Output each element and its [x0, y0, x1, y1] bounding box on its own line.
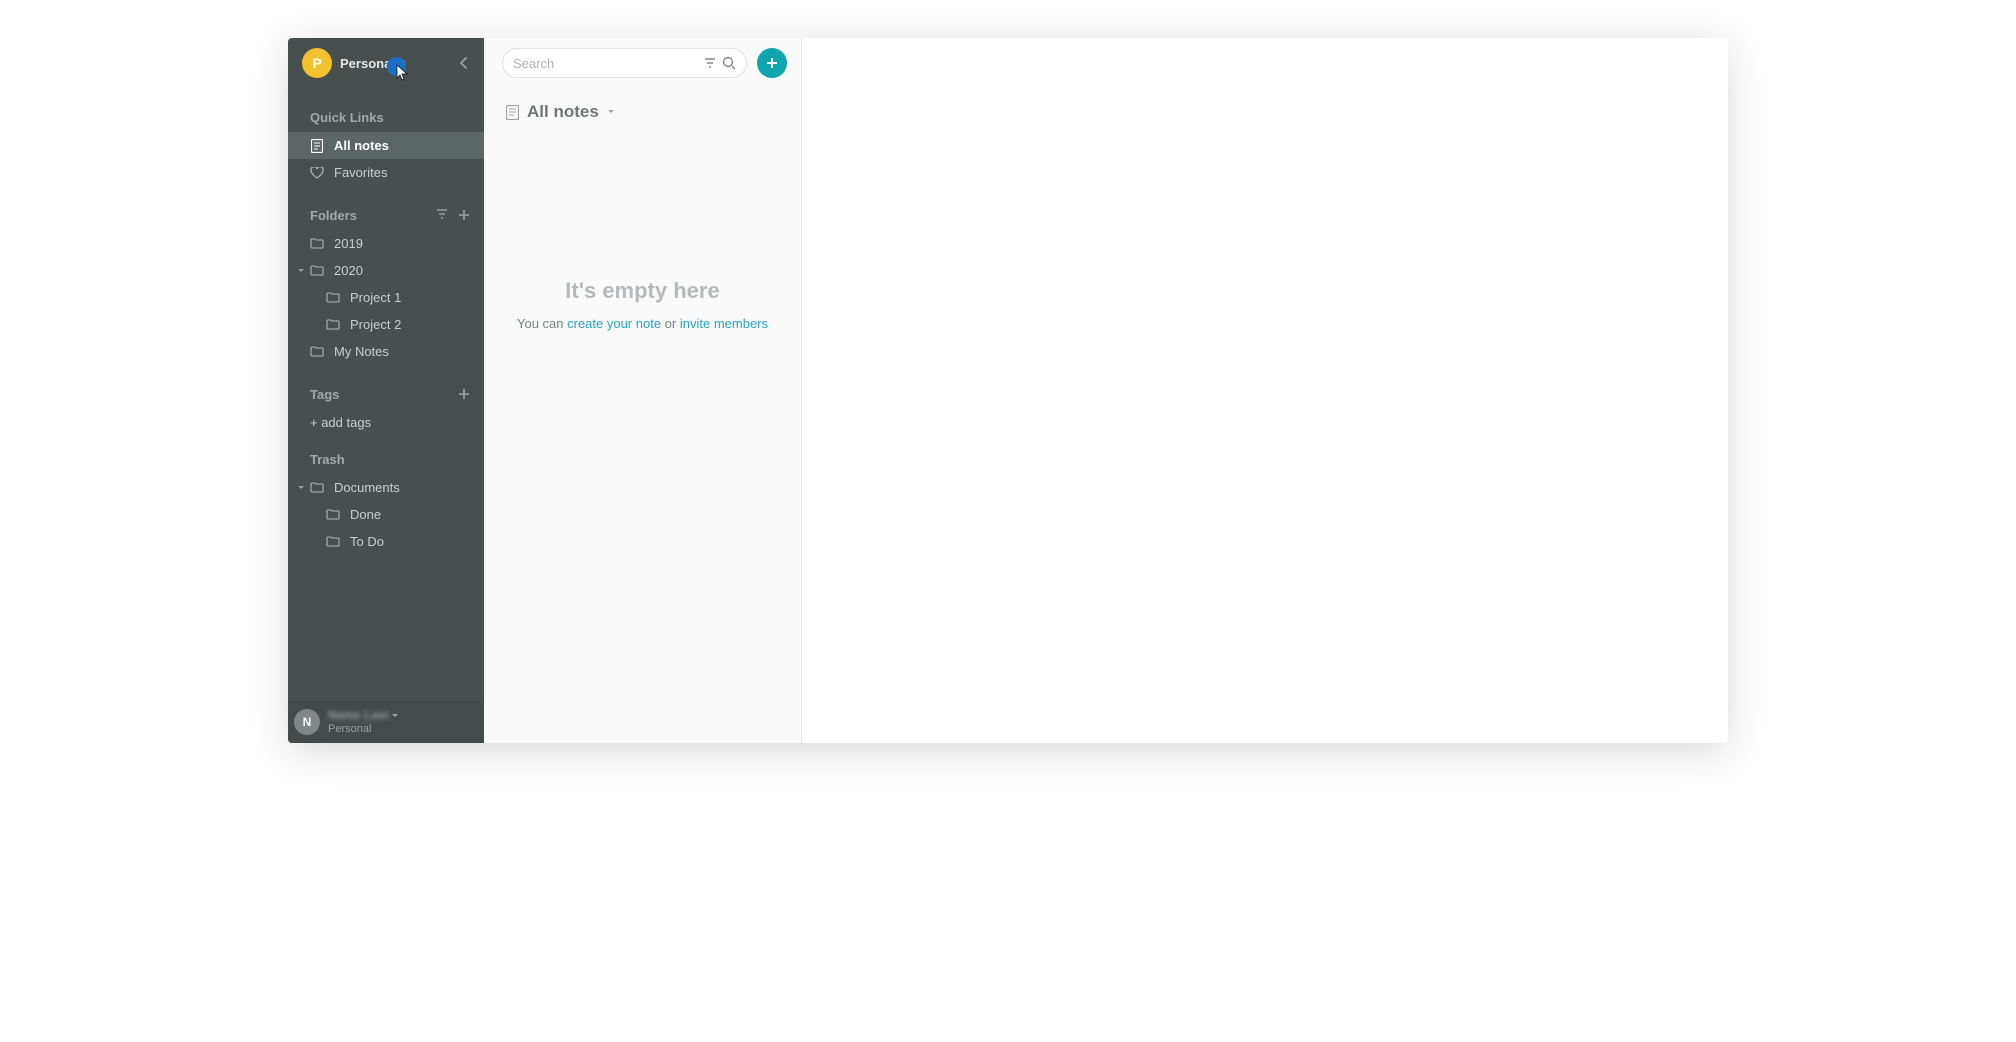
sidebar-header: P Personal [288, 38, 484, 88]
user-role: Personal [328, 723, 399, 735]
add-folder-icon[interactable] [458, 209, 470, 221]
folder-icon [310, 238, 324, 249]
trash-done[interactable]: Done [288, 501, 484, 528]
folder-label: 2020 [334, 263, 363, 278]
note-icon [310, 139, 324, 153]
chevron-down-icon[interactable] [391, 712, 399, 720]
chevron-down-icon [607, 108, 615, 116]
sidebar: P Personal Quick Links All notes [288, 38, 484, 743]
empty-title: It's empty here [504, 278, 781, 304]
list-title-label: All notes [527, 102, 599, 122]
collapse-sidebar-button[interactable] [454, 53, 474, 73]
add-tags-link[interactable]: + add tags [288, 409, 484, 436]
folders-header: Folders [288, 200, 484, 230]
empty-subtitle: You can create your note or invite membe… [504, 316, 781, 331]
note-list-column: All notes It's empty here You can create… [484, 38, 802, 743]
empty-text-prefix: You can [517, 316, 567, 331]
empty-text-mid: or [661, 316, 680, 331]
folder-label: Project 1 [350, 290, 401, 305]
folder-project-2[interactable]: Project 2 [288, 311, 484, 338]
user-name: Name Last [328, 709, 389, 722]
add-tags-label: + add tags [310, 415, 371, 430]
highlight-badge [387, 57, 406, 76]
sidebar-item-all-notes[interactable]: All notes [288, 132, 484, 159]
new-note-button[interactable] [757, 48, 787, 78]
sidebar-item-label: Favorites [334, 165, 387, 180]
folder-icon [326, 292, 340, 303]
create-note-link[interactable]: create your note [567, 316, 661, 331]
note-icon [506, 105, 519, 120]
folder-label: Documents [334, 480, 400, 495]
folder-icon [310, 265, 324, 276]
list-toolbar [484, 38, 801, 88]
folder-icon [310, 346, 324, 357]
sidebar-footer[interactable]: N Name Last Personal [288, 701, 484, 743]
trash-header: Trash [288, 444, 484, 474]
caret-down-icon[interactable] [297, 267, 305, 275]
quick-links-header: Quick Links [288, 102, 484, 132]
list-title-dropdown[interactable]: All notes [484, 88, 801, 128]
sidebar-item-favorites[interactable]: Favorites [288, 159, 484, 186]
trash-todo[interactable]: To Do [288, 528, 484, 555]
folder-label: To Do [350, 534, 384, 549]
tags-header-label: Tags [310, 387, 339, 402]
app-window: P Personal Quick Links All notes [288, 38, 1728, 743]
folder-label: Project 2 [350, 317, 401, 332]
folder-label: 2019 [334, 236, 363, 251]
folder-label: Done [350, 507, 381, 522]
caret-down-icon[interactable] [297, 484, 305, 492]
editor-area [802, 38, 1728, 743]
folder-label: My Notes [334, 344, 389, 359]
search-field-wrap[interactable] [502, 48, 747, 78]
folder-icon [310, 482, 324, 493]
search-input[interactable] [513, 56, 704, 71]
invite-members-link[interactable]: invite members [680, 316, 768, 331]
folders-header-label: Folders [310, 208, 357, 223]
filter-icon[interactable] [704, 58, 716, 68]
folder-2020[interactable]: 2020 [288, 257, 484, 284]
folder-project-1[interactable]: Project 1 [288, 284, 484, 311]
folder-2019[interactable]: 2019 [288, 230, 484, 257]
folder-my-notes[interactable]: My Notes [288, 338, 484, 365]
sort-icon[interactable] [436, 209, 448, 221]
workspace-avatar[interactable]: P [302, 48, 332, 78]
search-icon[interactable] [722, 56, 736, 70]
trash-documents[interactable]: Documents [288, 474, 484, 501]
folder-icon [326, 536, 340, 547]
folder-icon [326, 319, 340, 330]
folder-icon [326, 509, 340, 520]
sidebar-item-label: All notes [334, 138, 389, 153]
add-tag-icon[interactable] [458, 388, 470, 400]
heart-icon [310, 167, 324, 179]
empty-state: It's empty here You can create your note… [484, 278, 801, 331]
user-avatar: N [294, 709, 320, 735]
tags-header: Tags [288, 379, 484, 409]
